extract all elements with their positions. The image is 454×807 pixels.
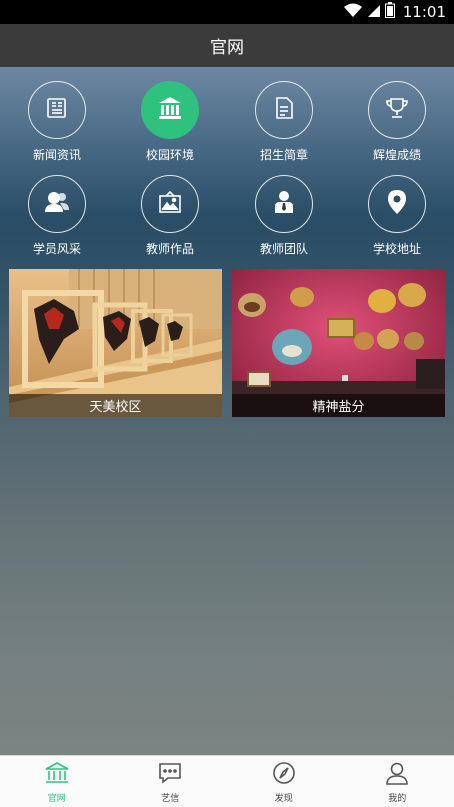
menu-item-teacher-team[interactable]: 教师团队: [234, 175, 334, 257]
menu-item-students[interactable]: 学员风采: [7, 175, 107, 257]
menu-item-label: 学员风采: [32, 242, 81, 256]
wifi-icon: [343, 2, 363, 22]
menu-item-circle: [368, 81, 426, 139]
menu-item-label: 新闻资讯: [32, 148, 81, 162]
tab-official[interactable]: 官网: [0, 756, 114, 807]
status-time: 11:01: [402, 3, 446, 21]
card-caption: 精神盐分: [232, 394, 445, 417]
menu-item-label: 校园环境: [145, 148, 194, 162]
page-title: 官网: [210, 38, 244, 58]
card-caption: 天美校区: [9, 394, 222, 417]
menu-item-label: 招生简章: [259, 148, 308, 162]
picture-icon: [157, 189, 183, 219]
location-icon: [385, 188, 409, 220]
signal-icon: [367, 3, 381, 22]
chat-icon: [157, 761, 183, 789]
menu-item-label: 教师团队: [259, 242, 308, 256]
menu-item-circle: [368, 175, 426, 233]
teacher-icon: [271, 189, 297, 219]
main-content: 新闻资讯 校园环境 招生简章 辉煌成绩 学员风采 教师作品 教师团队 学校地址 …: [0, 67, 454, 755]
tab-label: 我的: [388, 794, 407, 804]
tab-label: 官网: [47, 794, 66, 804]
menu-item-news[interactable]: 新闻资讯: [7, 81, 107, 163]
menu-item-circle: [28, 81, 86, 139]
document-icon: [271, 95, 297, 125]
menu-item-admissions[interactable]: 招生简章: [234, 81, 334, 163]
newspaper-icon: [44, 95, 70, 125]
campus-card-tianmei[interactable]: 天美校区: [9, 269, 222, 417]
compass-icon: [271, 761, 297, 789]
menu-item-achievements[interactable]: 辉煌成绩: [347, 81, 447, 163]
menu-item-address[interactable]: 学校地址: [347, 175, 447, 257]
menu-item-circle: [141, 175, 199, 233]
menu-item-circle: [141, 81, 199, 139]
students-icon: [43, 188, 71, 220]
menu-item-label: 辉煌成绩: [372, 148, 421, 162]
menu-item-circle: [255, 81, 313, 139]
menu-item-campus[interactable]: 校园环境: [120, 81, 220, 163]
building-icon: [44, 761, 70, 789]
tab-discover[interactable]: 发现: [227, 756, 341, 807]
menu-item-label: 学校地址: [372, 242, 421, 256]
building-icon: [156, 94, 184, 126]
menu-item-circle: [28, 175, 86, 233]
user-icon: [384, 761, 410, 789]
tab-messages[interactable]: 艺信: [114, 756, 228, 807]
title-bar: 官网: [0, 24, 454, 67]
tab-me[interactable]: 我的: [341, 756, 454, 807]
tab-label: 艺信: [161, 794, 180, 804]
status-icons: 11:01: [343, 2, 446, 22]
campus-card-jingshen[interactable]: 精神盐分: [232, 269, 445, 417]
tab-label: 发现: [274, 794, 293, 804]
bottom-tab-bar: 官网 艺信 发现 我的: [0, 755, 454, 807]
status-bar: 11:01: [0, 0, 454, 24]
menu-item-teacher-works[interactable]: 教师作品: [120, 175, 220, 257]
menu-item-label: 教师作品: [145, 242, 194, 256]
menu-item-circle: [255, 175, 313, 233]
battery-icon: [384, 2, 395, 22]
trophy-icon: [384, 95, 410, 125]
